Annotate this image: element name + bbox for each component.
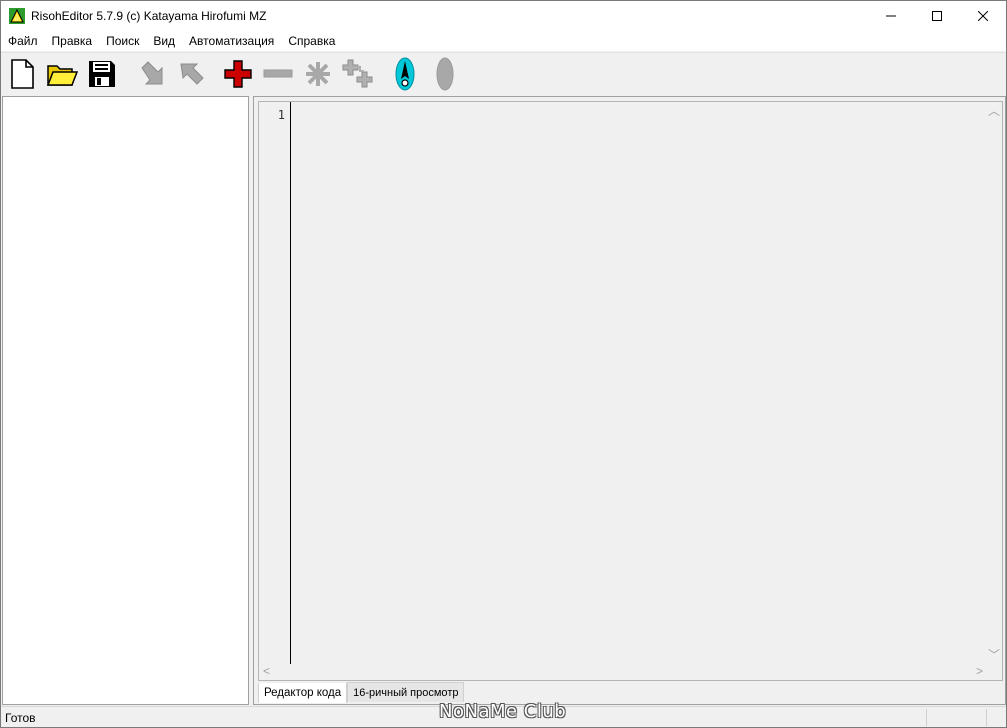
editor-pane: 1 ︿ ﹀ < > Редактор кода 16-ричный просмо… <box>253 96 1006 705</box>
menu-help[interactable]: Справка <box>281 31 342 51</box>
maximize-icon <box>932 11 942 21</box>
test-dialog-icon <box>395 57 415 91</box>
status-text: Готов <box>5 711 36 725</box>
open-file-button[interactable] <box>44 56 80 92</box>
open-folder-icon <box>46 65 78 86</box>
minimize-icon <box>886 15 896 17</box>
title-bar[interactable]: RisohEditor 5.7.9 (c) Katayama Hirofumi … <box>1 1 1006 31</box>
close-button[interactable] <box>960 1 1006 31</box>
app-window: RisohEditor 5.7.9 (c) Katayama Hirofumi … <box>0 0 1007 728</box>
tab-hex-view[interactable]: 16-ричный просмотр <box>347 682 465 702</box>
scroll-down-arrow-icon[interactable]: ﹀ <box>988 649 1000 661</box>
add-resource-button[interactable] <box>220 56 256 92</box>
close-icon <box>978 11 988 21</box>
scroll-right-arrow-icon[interactable]: > <box>976 665 983 677</box>
cancel-test-icon <box>436 57 454 91</box>
test-dialog-button[interactable] <box>387 56 423 92</box>
menu-bar: Файл Правка Поиск Вид Автоматизация Спра… <box>1 31 1006 51</box>
status-divider <box>926 709 927 726</box>
export-button[interactable] <box>173 56 209 92</box>
scroll-up-arrow-icon[interactable]: ︿ <box>988 105 1000 117</box>
watermark-text: NoNaMe Club <box>439 701 567 722</box>
maximize-button[interactable] <box>914 1 960 31</box>
menu-search[interactable]: Поиск <box>99 31 146 51</box>
add-plus-icon <box>224 60 252 88</box>
save-disk-icon <box>89 61 115 87</box>
new-file-button[interactable] <box>4 56 40 92</box>
cancel-test-button[interactable] <box>427 56 463 92</box>
import-arrow-icon <box>141 61 163 85</box>
remove-minus-icon <box>263 69 293 78</box>
resource-tree-pane[interactable] <box>2 96 249 705</box>
line-number: 1 <box>277 108 285 122</box>
minimize-button[interactable] <box>868 1 914 31</box>
delete-resource-button[interactable] <box>260 56 296 92</box>
horizontal-scrollbar[interactable]: < > <box>259 663 987 680</box>
code-editor[interactable]: 1 ︿ ﹀ < > <box>258 101 1003 681</box>
vertical-scrollbar[interactable]: ︿ ﹀ <box>985 102 1002 664</box>
status-divider <box>986 709 987 726</box>
toolbar <box>1 52 1006 94</box>
export-arrow-icon <box>180 63 204 85</box>
editor-tabs: Редактор кода 16-ричный просмотр <box>258 682 465 703</box>
import-button[interactable] <box>134 56 170 92</box>
menu-view[interactable]: Вид <box>146 31 182 51</box>
menu-file[interactable]: Файл <box>1 31 45 51</box>
menu-automation[interactable]: Автоматизация <box>182 31 281 51</box>
menu-edit[interactable]: Правка <box>45 31 100 51</box>
app-logo-icon <box>9 8 25 24</box>
save-file-button[interactable] <box>84 56 120 92</box>
tab-code-editor[interactable]: Редактор кода <box>258 683 348 703</box>
copy-plus-icon <box>342 59 373 88</box>
modify-asterisk-icon <box>306 62 330 86</box>
line-number-gutter: 1 <box>259 102 291 664</box>
scroll-left-arrow-icon[interactable]: < <box>263 665 270 677</box>
modify-resource-button[interactable] <box>300 56 336 92</box>
copy-resource-button[interactable] <box>340 56 376 92</box>
new-file-icon <box>11 59 34 89</box>
window-title: RisohEditor 5.7.9 (c) Katayama Hirofumi … <box>31 9 267 23</box>
